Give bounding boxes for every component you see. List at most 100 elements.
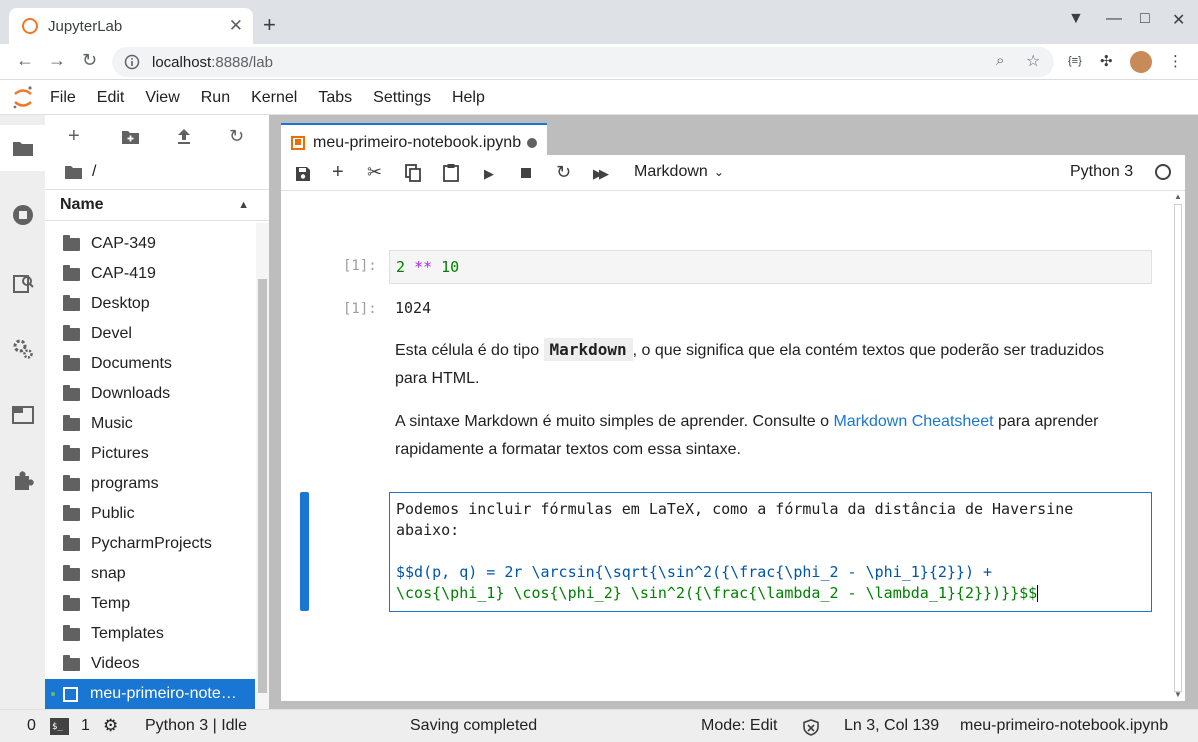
avatar[interactable] <box>1130 51 1152 73</box>
file-browser-panel: + ↻ / Name ▲ CAP-349 CAP-419 Desktop Dev… <box>45 115 269 709</box>
markdown-text: A sintaxe Markdown é muito simples de ap… <box>395 413 834 430</box>
list-item[interactable]: programs <box>45 469 255 499</box>
back-icon[interactable]: ← <box>16 50 34 71</box>
bookmark-star-icon[interactable]: ☆ <box>1026 51 1040 71</box>
reload-icon[interactable]: ↻ <box>82 50 97 71</box>
file-browser-tab[interactable] <box>0 125 45 171</box>
list-item[interactable]: Desktop <box>45 289 255 319</box>
markdown-cell-editor[interactable]: Podemos incluir fórmulas em LaTeX, como … <box>389 492 1152 612</box>
file-browser-scrollbar[interactable] <box>256 223 269 709</box>
home-folder-icon[interactable] <box>65 165 82 179</box>
notebook-scrollbar[interactable]: ▲ ▼ <box>1171 192 1185 701</box>
notebook-mode[interactable]: Mode: Edit <box>701 717 777 735</box>
running-indicator-icon <box>51 692 55 696</box>
maximize-icon[interactable]: □ <box>1140 10 1150 28</box>
list-item[interactable]: snap <box>45 559 255 589</box>
zoom-icon[interactable]: ⌕ <box>996 52 1004 69</box>
kernel-status-text[interactable]: Python 3 | Idle <box>145 717 247 735</box>
new-tab-button[interactable]: + <box>263 12 276 38</box>
browser-tab-jupyterlab[interactable]: JupyterLab ✕ <box>9 8 253 44</box>
list-item[interactable]: Pictures <box>45 439 255 469</box>
markdown-cheatsheet-link[interactable]: Markdown Cheatsheet <box>833 413 993 430</box>
unsaved-indicator-icon[interactable] <box>527 137 537 148</box>
list-item[interactable]: PycharmProjects <box>45 529 255 559</box>
new-folder-icon[interactable] <box>121 129 140 145</box>
list-item[interactable]: Templates <box>45 619 255 649</box>
terminal-count[interactable]: 0 <box>27 717 36 735</box>
address-bar[interactable]: localhost:8888/lab ⌕ ☆ <box>112 47 1054 77</box>
tabs-icon <box>11 406 34 424</box>
upload-icon[interactable] <box>177 128 191 145</box>
cell-type-dropdown[interactable]: Markdown ⌄ <box>634 163 724 181</box>
insert-cell-button[interactable]: + <box>332 161 344 184</box>
cursor-position[interactable]: Ln 3, Col 139 <box>844 717 939 735</box>
menu-help[interactable]: Help <box>452 89 485 107</box>
close-window-icon[interactable]: ✕ <box>1172 10 1185 30</box>
paste-icon[interactable] <box>443 163 459 182</box>
jupyter-menubar: File Edit View Run Kernel Tabs Settings … <box>0 81 1198 115</box>
run-cell-icon[interactable]: ▶ <box>484 166 494 182</box>
refresh-icon[interactable]: ↻ <box>229 126 244 147</box>
folder-icon <box>12 142 33 156</box>
extension-manager-tab[interactable] <box>0 459 45 503</box>
folder-icon <box>63 324 80 341</box>
menu-run[interactable]: Run <box>201 89 230 107</box>
scroll-down-icon[interactable]: ▼ <box>1174 690 1182 699</box>
list-item[interactable]: Documents <box>45 349 255 379</box>
notebook-panel: + ✂ ▶ ↻ ▶▶ Markdown ⌄ Python 3 [1]: 2 ** … <box>281 155 1185 701</box>
list-item[interactable]: Videos <box>45 649 255 679</box>
list-item-selected-notebook[interactable]: meu-primeiro-note… <box>45 679 255 709</box>
running-sessions-tab[interactable] <box>0 193 45 237</box>
property-inspector-tab[interactable] <box>0 327 45 371</box>
file-name: programs <box>91 475 159 492</box>
menu-file[interactable]: File <box>50 89 76 107</box>
kernel-name[interactable]: Python 3 <box>1070 163 1133 181</box>
restart-kernel-icon[interactable]: ↻ <box>556 162 571 183</box>
menu-view[interactable]: View <box>145 89 179 107</box>
file-name: Videos <box>91 655 140 672</box>
interrupt-kernel-icon[interactable] <box>521 168 531 178</box>
extensions-puzzle-icon[interactable]: ✣ <box>1100 52 1113 70</box>
menu-tabs[interactable]: Tabs <box>318 89 352 107</box>
code-operator: ** <box>414 258 433 276</box>
save-icon[interactable] <box>295 166 311 182</box>
list-item[interactable]: Music <box>45 409 255 439</box>
menu-edit[interactable]: Edit <box>97 89 125 107</box>
kernel-chip-icon[interactable]: ⚙ <box>103 716 118 736</box>
markdown-cell-1[interactable]: Esta célula é do tipo Markdown, o que si… <box>395 336 1125 393</box>
markdown-cell-2[interactable]: A sintaxe Markdown é muito simples de ap… <box>395 408 1125 464</box>
scrollbar-thumb[interactable] <box>258 279 267 693</box>
code-cell-input[interactable]: 2 ** 10 <box>389 250 1152 284</box>
list-item[interactable]: Public <box>45 499 255 529</box>
minimize-icon[interactable]: — <box>1106 10 1122 28</box>
copy-icon[interactable] <box>405 164 421 182</box>
name-column-header[interactable]: Name <box>60 196 238 214</box>
menu-kernel[interactable]: Kernel <box>251 89 297 107</box>
json-extension-icon[interactable]: {≡} <box>1068 55 1082 67</box>
menu-settings[interactable]: Settings <box>373 89 431 107</box>
forward-icon[interactable]: → <box>48 50 66 71</box>
list-item[interactable]: Temp <box>45 589 255 619</box>
open-tabs-tab[interactable] <box>0 393 45 437</box>
scroll-up-icon[interactable]: ▲ <box>1174 192 1182 201</box>
input-prompt: [1]: <box>343 258 377 274</box>
file-name: Temp <box>91 595 131 612</box>
restart-run-all-icon[interactable]: ▶▶ <box>593 166 609 182</box>
list-item[interactable]: CAP-419 <box>45 259 255 289</box>
sort-ascending-icon[interactable]: ▲ <box>238 199 249 211</box>
cut-icon[interactable]: ✂ <box>367 162 382 183</box>
breadcrumb-path[interactable]: / <box>92 163 96 181</box>
list-item[interactable]: Devel <box>45 319 255 349</box>
scrollbar-thumb[interactable] <box>1174 204 1182 692</box>
browser-menu-icon[interactable]: ⋮ <box>1168 52 1183 70</box>
new-launcher-button[interactable]: + <box>68 125 80 148</box>
profile-dropdown-icon[interactable]: ▼ <box>1068 10 1084 28</box>
command-palette-tab[interactable] <box>0 261 45 305</box>
kernel-count[interactable]: 1 <box>81 717 90 735</box>
terminal-icon[interactable]: $_ <box>50 718 69 735</box>
list-item[interactable]: Downloads <box>45 379 255 409</box>
browser-tabstrip: JupyterLab ✕ + ▼ — □ ✕ <box>0 0 1198 44</box>
trusted-shield-icon[interactable] <box>803 719 819 736</box>
list-item[interactable]: CAP-349 <box>45 229 255 259</box>
close-tab-icon[interactable]: ✕ <box>229 16 243 36</box>
